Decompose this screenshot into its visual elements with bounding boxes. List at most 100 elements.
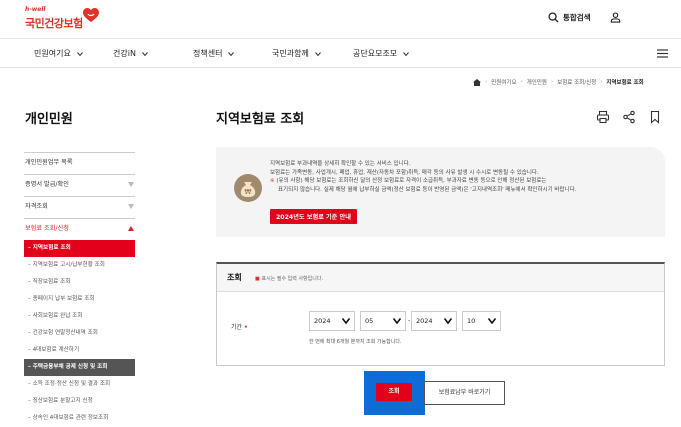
- form-title: 조회: [227, 273, 242, 282]
- breadcrumb-item[interactable]: 민원여기요: [491, 78, 516, 86]
- sidebar-menu: 개인민원업무 목록 증명서 발급/확인 자격조회 보험료 조회/신청 – 지역보…: [24, 152, 135, 427]
- sidebar-subitem[interactable]: – 소득 조정·정산 신청 및 결과 조회: [24, 376, 135, 393]
- form-header: 조회 ■ 표시는 필수 입력 사항입니다.: [217, 264, 664, 292]
- money-bag-icon: ₩: [234, 174, 262, 202]
- chevron-down-icon: [444, 318, 452, 324]
- required-note: ■ 표시는 필수 입력 사항입니다.: [255, 275, 323, 282]
- sidebar-subitem-label: 4대보험료 계산하기: [32, 347, 80, 353]
- sidebar-subitem-housing[interactable]: – 주택금융부채 공제 신청 및 조회: [24, 359, 135, 376]
- sidebar-item-label: 자격조회: [25, 203, 48, 210]
- to-year-value: 2024: [416, 317, 433, 325]
- gnb-item-policy[interactable]: 정책센터: [193, 48, 235, 59]
- caret-up-icon: [128, 226, 134, 231]
- sidebar-item-qualification[interactable]: 자격조회: [24, 196, 135, 218]
- gnb-item-civil[interactable]: 민원여기요: [34, 48, 83, 59]
- from-month-value: 05: [365, 317, 374, 325]
- sidebar-subitem[interactable]: – 직장보험료 조회: [24, 274, 135, 291]
- sidebar-subitem-regional[interactable]: – 지역보험료 조회: [24, 240, 135, 257]
- breadcrumb-separator: ›: [550, 79, 554, 85]
- sidebar-item-label: 개인민원업무 목록: [25, 159, 73, 166]
- gnb-item-public[interactable]: 국민과함께: [272, 48, 321, 59]
- sidebar-subitem-label: 종페이지 납부 보험료 조회: [32, 296, 95, 302]
- from-month-select[interactable]: 05: [360, 311, 406, 331]
- info-line-notice: ※ (유의 사항) 해당 보험료는 조회하신 달의 산정 보험료로 자격이 소급…: [270, 177, 660, 186]
- hamburger-menu-icon[interactable]: [657, 49, 668, 58]
- gnb-label: 공단요모조모: [353, 49, 398, 58]
- bookmark-icon[interactable]: [648, 110, 662, 124]
- sidebar-subitem[interactable]: – 사회보험료 완납 조회: [24, 308, 135, 325]
- sidebar-subitem-label: 징산보험료 분할고지 신청: [32, 398, 93, 404]
- breadcrumb-separator: ›: [520, 79, 523, 85]
- logo-top-text: h-well: [25, 6, 46, 13]
- top-bar: h-well 국민건강보험 통합검색: [0, 0, 681, 38]
- logo-main-text: 국민건강보험: [25, 17, 83, 30]
- heart-logo-icon: [83, 8, 99, 22]
- chevron-down-icon: [342, 318, 350, 324]
- sidebar-item-label: 보험료 조회/신청: [25, 225, 69, 232]
- integrated-search-button[interactable]: 통합검색: [548, 10, 591, 24]
- premium-standard-button[interactable]: 2024년도 보험료 기준 안내: [270, 209, 357, 224]
- svg-text:₩: ₩: [245, 188, 252, 196]
- sidebar-subitem[interactable]: – 종페이지 납부 보험료 조회: [24, 291, 135, 308]
- gnb-label: 민원여기요: [34, 49, 71, 58]
- info-line: (유의 사항) 해당 보험료는 조회하신 달의 산정 보험료로 자격이 소급취득…: [276, 178, 547, 184]
- search-label: 통합검색: [563, 12, 591, 22]
- to-month-value: 10: [467, 317, 476, 325]
- sidebar-subitem-label: 건강보험 연말정산내역 조회: [32, 330, 98, 336]
- premium-payment-shortcut-button[interactable]: 보험료납부 바로가기: [424, 381, 505, 405]
- sidebar-subitem-label: 직장보험료 조회: [32, 279, 71, 285]
- breadcrumb-separator: ›: [600, 79, 603, 85]
- chevron-down-icon: [142, 51, 148, 56]
- gnb-label: 국민과함께: [272, 49, 309, 58]
- chevron-down-icon: [228, 51, 235, 56]
- query-button-focus[interactable]: 조회: [364, 371, 425, 415]
- sidebar-subitem-label: 소득 조정·정산 신청 및 결과 조회: [32, 381, 111, 387]
- to-month-select[interactable]: 10: [462, 311, 501, 331]
- user-button[interactable]: [610, 10, 621, 24]
- sidebar-subitem[interactable]: – 건강보험 연말정산내역 조회: [24, 325, 135, 342]
- caret-down-icon: [128, 182, 134, 187]
- caret-down-icon: [128, 204, 134, 209]
- money-bag-glyph: ₩: [240, 182, 256, 197]
- sidebar-item-list[interactable]: 개인민원업무 목록: [24, 152, 135, 174]
- info-line: 표기되지 않습니다. 실제 해당 월에 납부하실 금액(정산 보험료 등이 반영…: [278, 186, 577, 193]
- sidebar-title: 개인민원: [25, 112, 73, 127]
- gnb-label: 정책센터: [193, 49, 223, 58]
- chevron-down-icon: [403, 51, 410, 56]
- sidebar-subitem-label: 지역보험료 고시/납부현황 조회: [32, 262, 105, 268]
- sidebar-subitem[interactable]: – 징산보험료 분할고지 신청: [24, 393, 135, 410]
- chevron-down-icon: [76, 51, 83, 56]
- breadcrumb-current: 지역보험료 조회: [606, 80, 644, 86]
- gnb-item-health-in[interactable]: 건강iN: [113, 48, 148, 59]
- breadcrumb-item[interactable]: 보험료 조회/신청: [557, 78, 596, 86]
- share-icon[interactable]: [622, 110, 636, 124]
- site-logo[interactable]: h-well 국민건강보험: [25, 6, 105, 32]
- sidebar-item-premium[interactable]: 보험료 조회/신청: [24, 218, 135, 240]
- sidebar-subitem[interactable]: – 지역보험료 고시/납부현황 조회: [24, 257, 135, 274]
- search-icon: [548, 11, 559, 23]
- chevron-down-icon: [393, 318, 401, 324]
- sidebar-subitem-label: 사회보험료 완납 조회: [32, 313, 83, 319]
- sidebar-item-certificate[interactable]: 증명서 발급/확인: [24, 174, 135, 196]
- to-year-select[interactable]: 2024: [411, 311, 457, 331]
- query-button[interactable]: 조회: [376, 383, 412, 401]
- print-icon[interactable]: [596, 110, 610, 124]
- query-form: 조회 ■ 표시는 필수 입력 사항입니다. 기간 • 2024 05 - 202…: [216, 262, 665, 366]
- breadcrumb-item[interactable]: 개인민원: [527, 78, 547, 86]
- gnb-item-about[interactable]: 공단요모조모: [353, 48, 410, 59]
- from-year-value: 2024: [314, 317, 331, 325]
- home-icon[interactable]: [473, 78, 481, 86]
- period-hint: 한 번에 최대 6개월 분까지 조회 가능합니다.: [309, 339, 402, 345]
- sidebar-subitem-label: 지역보험료 조회: [32, 245, 71, 251]
- sidebar-subitem-label: 상속인 4대보험료 관련 정보조회: [32, 415, 109, 421]
- info-text: 지역보험료 부과내역을 상세히 확인할 수 있는 서비스 입니다. 보험료는 가…: [270, 160, 660, 194]
- breadcrumb: › 민원여기요 › 개인민원 › 보험료 조회/신청 › 지역보험료 조회: [473, 78, 644, 86]
- sidebar-subitem[interactable]: – 상속인 4대보험료 관련 정보조회: [24, 410, 135, 427]
- required-mark: •: [243, 324, 248, 331]
- from-year-select[interactable]: 2024: [309, 311, 355, 331]
- sidebar-subitem[interactable]: – 4대보험료 계산하기: [24, 342, 135, 359]
- chevron-down-icon: [314, 51, 321, 56]
- period-label: 기간 •: [231, 322, 248, 331]
- global-nav: 민원여기요 건강iN 정책센터 국민과함께 공단요모조모: [0, 38, 681, 68]
- required-note-text: 표시는 필수 입력 사항입니다.: [261, 276, 324, 282]
